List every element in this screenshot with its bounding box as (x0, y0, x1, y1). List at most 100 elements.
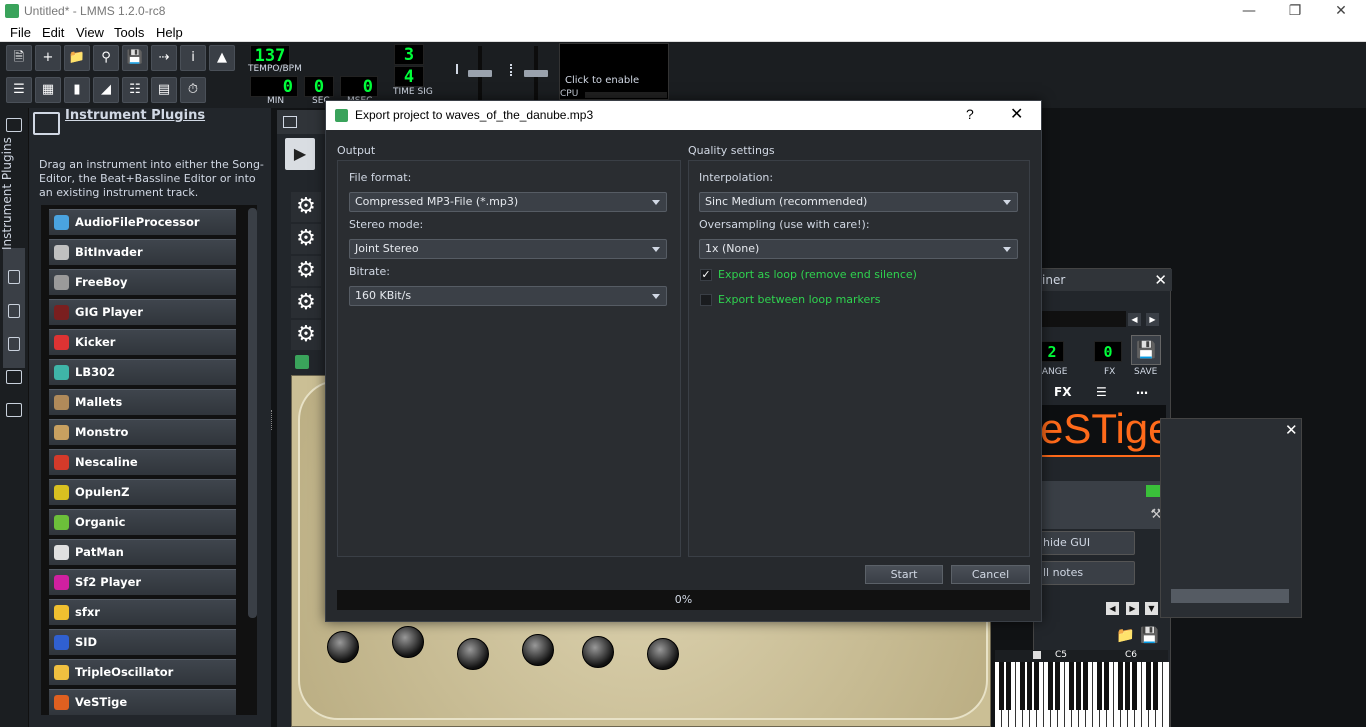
minimize-button[interactable]: — (1226, 0, 1272, 23)
menu-file[interactable]: File (10, 25, 31, 40)
piano-black-key[interactable] (1076, 662, 1081, 710)
secondary-window-slider[interactable] (1171, 589, 1289, 603)
save-project-icon[interactable]: 💾 (122, 45, 148, 71)
my-projects-tab-icon[interactable] (8, 270, 20, 284)
export-markers-checkbox[interactable] (700, 294, 712, 306)
maximize-button[interactable]: ❐ (1272, 0, 1318, 23)
track-gear-icon[interactable]: ⚙ (291, 288, 321, 318)
tab-midi-icon[interactable]: ☰ (1096, 385, 1107, 399)
piano-black-key[interactable] (1069, 662, 1074, 710)
plugin-item[interactable]: AudioFileProcessor (49, 209, 236, 235)
piano-black-key[interactable] (1020, 662, 1025, 710)
home-tab-icon[interactable] (6, 370, 22, 384)
automation-editor-icon[interactable]: ◢ (93, 77, 119, 103)
export-markers-label[interactable]: Export between loop markers (718, 293, 881, 306)
piano-black-key[interactable] (1083, 662, 1088, 710)
bitrate-select[interactable]: 160 KBit/s (349, 286, 667, 306)
tempo-display[interactable]: 137 (250, 45, 290, 66)
instrument-knob[interactable] (327, 631, 359, 663)
plugin-item[interactable]: Monstro (49, 419, 236, 445)
plugin-item[interactable]: PatMan (49, 539, 236, 565)
track-gear-icon[interactable]: ⚙ (291, 224, 321, 254)
piano-black-key[interactable] (1132, 662, 1137, 710)
range-display[interactable]: 2 (1040, 341, 1064, 362)
save-icon[interactable]: 💾 (1140, 626, 1159, 644)
start-button[interactable]: Start (865, 565, 943, 584)
recent-projects-icon[interactable]: ⚲ (93, 45, 119, 71)
plugin-item[interactable]: FreeBoy (49, 269, 236, 295)
piano-black-key[interactable] (1104, 662, 1109, 710)
info-icon[interactable]: i (180, 45, 206, 71)
piano-white-key[interactable] (1163, 662, 1170, 727)
open-folder-icon[interactable]: 📁 (1116, 626, 1135, 644)
oversampling-select[interactable]: 1x (None) (699, 239, 1018, 259)
menu-tools[interactable]: Tools (114, 25, 144, 40)
next-preset-icon[interactable]: ▶ (1146, 313, 1159, 326)
plugin-item[interactable]: SID (49, 629, 236, 655)
controller-rack-icon[interactable]: ⏱ (180, 77, 206, 103)
export-loop-checkbox[interactable]: ✓ (700, 269, 712, 281)
tab-fx[interactable]: FX (1054, 385, 1071, 399)
piano-keys[interactable] (995, 662, 1170, 727)
metronome-icon[interactable]: ▲ (209, 45, 235, 71)
save-preset-icon[interactable]: 💾 (1131, 335, 1161, 365)
song-editor-icon[interactable]: ☰ (6, 77, 32, 103)
export-dialog-close-icon[interactable]: ✕ (1010, 104, 1023, 123)
plugin-item[interactable]: VeSTige (49, 689, 236, 715)
beat-bassline-editor-icon[interactable]: ▦ (35, 77, 61, 103)
project-notes-icon[interactable]: ▤ (151, 77, 177, 103)
cancel-button[interactable]: Cancel (951, 565, 1030, 584)
piano-black-key[interactable] (1125, 662, 1130, 710)
instrument-container-close-icon[interactable]: ✕ (1154, 269, 1167, 291)
hide-gui-button[interactable]: hide GUI (1030, 531, 1135, 555)
instrument-knob[interactable] (457, 638, 489, 670)
help-button[interactable]: ? (966, 106, 974, 122)
plugin-item[interactable]: Mallets (49, 389, 236, 415)
piano-keyboard[interactable]: C5 C6 (995, 650, 1170, 727)
my-samples-tab-icon[interactable] (8, 304, 20, 318)
menu-help[interactable]: Help (156, 25, 183, 40)
splitter-handle[interactable] (271, 410, 275, 430)
secondary-window-close-icon[interactable]: ✕ (1285, 421, 1298, 439)
instrument-knob[interactable] (647, 638, 679, 670)
export-loop-label[interactable]: Export as loop (remove end silence) (718, 268, 917, 281)
plugin-item[interactable]: Organic (49, 509, 236, 535)
piano-black-key[interactable] (1146, 662, 1151, 710)
piano-black-key[interactable] (1006, 662, 1011, 710)
menu-edit[interactable]: Edit (42, 25, 64, 40)
play-button[interactable]: ▶ (285, 138, 315, 170)
turn-off-all-notes-button[interactable]: ll notes (1030, 561, 1135, 585)
plugin-item[interactable]: sfxr (49, 599, 236, 625)
instrument-knob[interactable] (522, 634, 554, 666)
piano-black-key[interactable] (1027, 662, 1032, 710)
tab-misc-icon[interactable]: … (1136, 383, 1148, 397)
prev-preset-icon[interactable]: ◀ (1128, 313, 1141, 326)
new-from-template-icon[interactable]: + (35, 45, 61, 71)
piano-black-key[interactable] (1034, 662, 1039, 710)
master-volume-handle[interactable] (468, 70, 492, 77)
plugin-item[interactable]: Kicker (49, 329, 236, 355)
my-presets-tab-icon[interactable] (8, 337, 20, 351)
fx-mixer-icon[interactable]: ☷ (122, 77, 148, 103)
instrument-name-field[interactable] (1038, 311, 1126, 327)
piano-scroll-left-icon[interactable]: ◀ (1106, 602, 1119, 615)
plugin-list-scrollbar[interactable] (248, 208, 257, 618)
piano-black-key[interactable] (1118, 662, 1123, 710)
interpolation-select[interactable]: Sinc Medium (recommended) (699, 192, 1018, 212)
track-gear-icon[interactable]: ⚙ (291, 256, 321, 286)
piano-black-key[interactable] (1055, 662, 1060, 710)
piano-base-marker[interactable] (1033, 651, 1041, 659)
open-project-icon[interactable]: 📁 (64, 45, 90, 71)
piano-menu-icon[interactable]: ▼ (1145, 602, 1158, 615)
plugin-item[interactable]: TripleOscillator (49, 659, 236, 685)
cpu-graph[interactable]: Click to enable CPU (559, 43, 669, 100)
piano-black-key[interactable] (1048, 662, 1053, 710)
computer-tab-icon[interactable] (6, 403, 22, 417)
timesig-numerator[interactable]: 3 (394, 44, 424, 65)
instrument-knob[interactable] (582, 636, 614, 668)
export-project-icon[interactable]: ⇢ (151, 45, 177, 71)
track-gear-icon[interactable]: ⚙ (291, 192, 321, 222)
plugin-item[interactable]: Nescaline (49, 449, 236, 475)
plugin-item[interactable]: Sf2 Player (49, 569, 236, 595)
new-project-icon[interactable]: 🗎 (6, 45, 32, 71)
